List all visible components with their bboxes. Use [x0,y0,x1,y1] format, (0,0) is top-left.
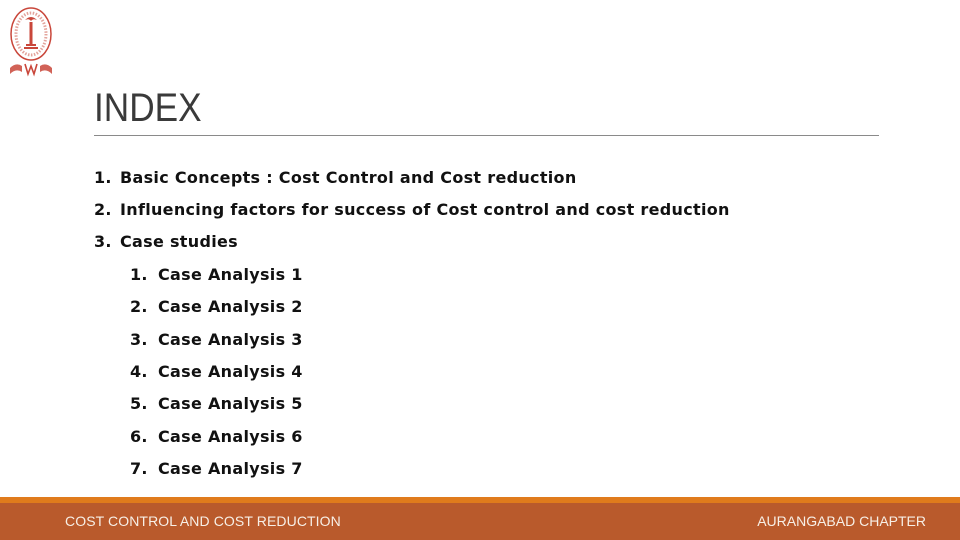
sub-list-item-number: 1. [130,265,148,284]
sub-list-item-case-analysis-6: 6. Case Analysis 6 [130,427,303,446]
sub-list-item-case-analysis-7: 7. Case Analysis 7 [130,459,303,478]
sub-list-item-number: 3. [130,330,148,349]
institute-logo [6,4,56,80]
list-item-case-studies: 3. Case studies [94,232,238,251]
sub-list-item-number: 5. [130,394,148,413]
sub-list-item-number: 6. [130,427,148,446]
list-item-basic-concepts: 1. Basic Concepts : Cost Control and Cost… [94,168,577,187]
sub-list-item-text: Case Analysis 7 [158,459,303,478]
list-item-text: Influencing factors for success of Cost … [120,200,730,219]
sub-list-item-text: Case Analysis 3 [158,330,303,349]
sub-list-item-number: 2. [130,297,148,316]
sub-list-item-case-analysis-2: 2. Case Analysis 2 [130,297,303,316]
sub-list-item-text: Case Analysis 4 [158,362,303,381]
sub-list-item-number: 4. [130,362,148,381]
list-item-text: Case studies [120,232,238,251]
sub-list-item-case-analysis-1: 1. Case Analysis 1 [130,265,303,284]
sub-list-item-case-analysis-3: 3. Case Analysis 3 [130,330,303,349]
list-item-number: 1. [94,168,112,187]
list-item-number: 2. [94,200,112,219]
footer-presentation-title: COST CONTROL AND COST REDUCTION [65,513,341,529]
sub-list-item-case-analysis-4: 4. Case Analysis 4 [130,362,303,381]
list-item-number: 3. [94,232,112,251]
institute-emblem-icon [10,7,52,77]
sub-list-item-text: Case Analysis 5 [158,394,303,413]
footer-band: COST CONTROL AND COST REDUCTION AURANGAB… [0,503,960,540]
sub-list-item-text: Case Analysis 1 [158,265,303,284]
list-item-text: Basic Concepts : Cost Control and Cost r… [120,168,577,187]
title-divider [94,135,879,136]
slide-title: INDEX [94,86,202,130]
list-item-influencing-factors: 2. Influencing factors for success of Cos… [94,200,730,219]
sub-list-item-number: 7. [130,459,148,478]
sub-list-item-case-analysis-5: 5. Case Analysis 5 [130,394,303,413]
footer-chapter-name: AURANGABAD CHAPTER [757,513,926,529]
sub-list-item-text: Case Analysis 2 [158,297,303,316]
sub-list-item-text: Case Analysis 6 [158,427,303,446]
